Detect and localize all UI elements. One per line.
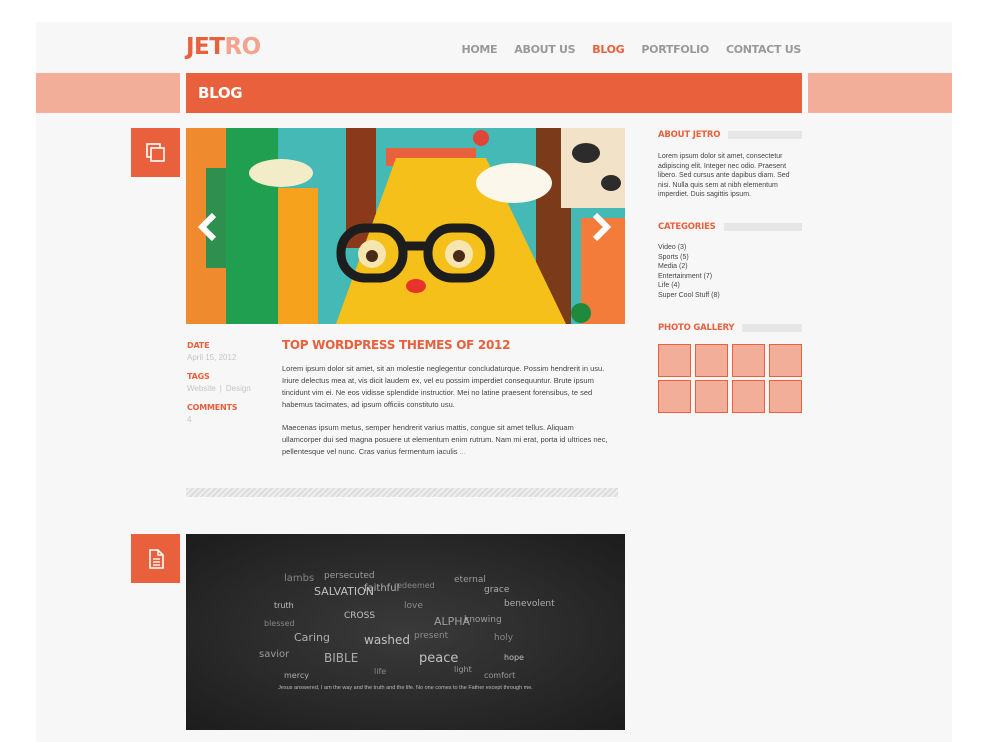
heading-bar — [742, 324, 802, 332]
cloud-word: life — [374, 667, 387, 676]
slider-prev-button[interactable] — [196, 212, 220, 242]
category-item[interactable]: Entertainment (7) — [658, 272, 802, 282]
cloud-word: mercy — [284, 671, 309, 680]
read-more-link[interactable]: ... — [460, 447, 466, 456]
page-title: BLOG — [198, 84, 243, 102]
nav-about-us[interactable]: ABOUT US — [514, 43, 575, 56]
featured-image-slider[interactable] — [186, 128, 625, 324]
chevron-left-icon — [197, 212, 217, 242]
cloud-word: persecuted — [324, 571, 375, 581]
nav-blog[interactable]: BLOG — [592, 43, 624, 56]
cloud-word: grace — [484, 585, 510, 595]
standard-post-icon — [131, 534, 180, 583]
page-title-bar: BLOG — [186, 73, 802, 113]
illustration-image — [186, 128, 625, 324]
cloud-word: Caring — [294, 631, 330, 644]
sidebar-about: ABOUT JETRO Lorem ipsum dolor sit amet, … — [658, 130, 802, 200]
post-paragraph: Lorem ipsum dolor sit amet, sit an moles… — [282, 364, 605, 409]
sidebar-heading: ABOUT JETRO — [658, 130, 802, 140]
date-label: DATE — [187, 341, 210, 350]
comments-label: COMMENTS — [187, 403, 238, 412]
heading-bar — [728, 131, 802, 139]
sidebar-heading: CATEGORIES — [658, 222, 802, 232]
slider-next-button[interactable] — [589, 212, 613, 242]
nav-contact-us[interactable]: CONTACT US — [726, 43, 801, 56]
tag-separator: | — [219, 384, 222, 393]
about-text: Lorem ipsum dolor sit amet, consectetur … — [658, 153, 790, 198]
cloud-word: redeemed — [394, 581, 435, 590]
cloud-word: love — [404, 601, 423, 611]
title-band-right — [808, 73, 952, 113]
word-cloud-image[interactable]: lambs persecuted faithful SALVATION redeemed… — [186, 534, 625, 730]
gallery-thumbnail[interactable] — [732, 344, 765, 377]
cloud-word: holy — [494, 633, 514, 643]
cloud-word: washed — [364, 633, 411, 647]
chevron-right-icon — [592, 212, 612, 242]
gallery-title: PHOTO GALLERY — [658, 323, 735, 333]
cloud-word: truth — [274, 601, 294, 610]
cloud-word: comfort — [484, 671, 516, 680]
cloud-word: lambs — [284, 573, 315, 584]
gallery-icon — [145, 142, 165, 162]
nav-home[interactable]: HOME — [461, 43, 497, 56]
title-band-left — [36, 73, 180, 113]
gallery-thumbnail[interactable] — [732, 380, 765, 413]
category-item[interactable]: Media (2) — [658, 262, 802, 272]
gallery-thumbnail[interactable] — [658, 344, 691, 377]
category-item[interactable]: Video (3) — [658, 243, 802, 253]
sidebar-gallery: PHOTO GALLERY — [658, 323, 802, 413]
cloud-word: hope — [504, 653, 524, 662]
cloud-word: SALVATION — [314, 585, 374, 598]
tags-label: TAGS — [187, 372, 210, 381]
logo-part-2: RO — [224, 34, 261, 60]
site-logo[interactable]: JETRO — [186, 34, 261, 60]
cloud-word: present — [414, 631, 449, 641]
cloud-word: knowing — [464, 615, 502, 625]
cloud-word: savior — [259, 649, 290, 660]
tag-link[interactable]: Website — [187, 384, 216, 393]
category-item[interactable]: Life (4) — [658, 281, 802, 291]
post-paragraph: Maecenas ipsum metus, semper hendrerit v… — [282, 422, 615, 458]
tag-link[interactable]: Design — [226, 384, 251, 393]
category-item[interactable]: Sports (5) — [658, 253, 802, 263]
cloud-word: peace — [419, 651, 459, 666]
cloud-word: benevolent — [504, 599, 555, 609]
cloud-word: eternal — [454, 575, 486, 585]
photo-gallery-grid — [658, 344, 802, 413]
sidebar-categories: CATEGORIES Video (3) Sports (5) Media (2… — [658, 222, 802, 300]
word-cloud: lambs persecuted faithful SALVATION redeemed… — [254, 571, 555, 692]
category-item[interactable]: Super Cool Stuff (8) — [658, 291, 802, 301]
post-tags: Website | Design — [187, 384, 267, 393]
image-caption: Jesus answered, I am the way and the tru… — [278, 685, 533, 691]
post-meta: DATE April 15, 2012 TAGS Website | Design … — [187, 341, 267, 434]
gallery-thumbnail[interactable] — [769, 380, 802, 413]
main-nav: HOME ABOUT US BLOG PORTFOLIO CONTACT US — [461, 43, 801, 56]
gallery-thumbnail[interactable] — [695, 344, 728, 377]
gallery-thumbnail[interactable] — [695, 380, 728, 413]
category-list: Video (3) Sports (5) Media (2) Entertain… — [658, 243, 802, 300]
nav-portfolio[interactable]: PORTFOLIO — [641, 43, 709, 56]
document-icon — [148, 548, 164, 569]
post-date: April 15, 2012 — [187, 353, 237, 362]
gallery-thumbnail[interactable] — [658, 380, 691, 413]
logo-part-1: JET — [186, 34, 225, 60]
about-title: ABOUT JETRO — [658, 130, 721, 140]
post-paragraph-text: Maecenas ipsum metus, semper hendrerit v… — [282, 423, 608, 456]
post-divider — [186, 488, 618, 497]
cloud-word: CROSS — [344, 611, 376, 621]
post-title[interactable]: TOP WORDPRESS THEMES OF 2012 — [282, 338, 510, 352]
heading-bar — [723, 223, 802, 231]
sidebar-heading: PHOTO GALLERY — [658, 323, 802, 333]
gallery-post-icon — [131, 128, 180, 177]
cloud-word: BIBLE — [324, 651, 359, 665]
cloud-word: light — [454, 665, 472, 674]
cloud-word: blessed — [264, 619, 295, 628]
comment-count[interactable]: 4 — [187, 415, 267, 424]
gallery-thumbnail[interactable] — [769, 344, 802, 377]
post-excerpt: Lorem ipsum dolor sit amet, sit an moles… — [282, 363, 615, 469]
categories-title: CATEGORIES — [658, 222, 716, 232]
